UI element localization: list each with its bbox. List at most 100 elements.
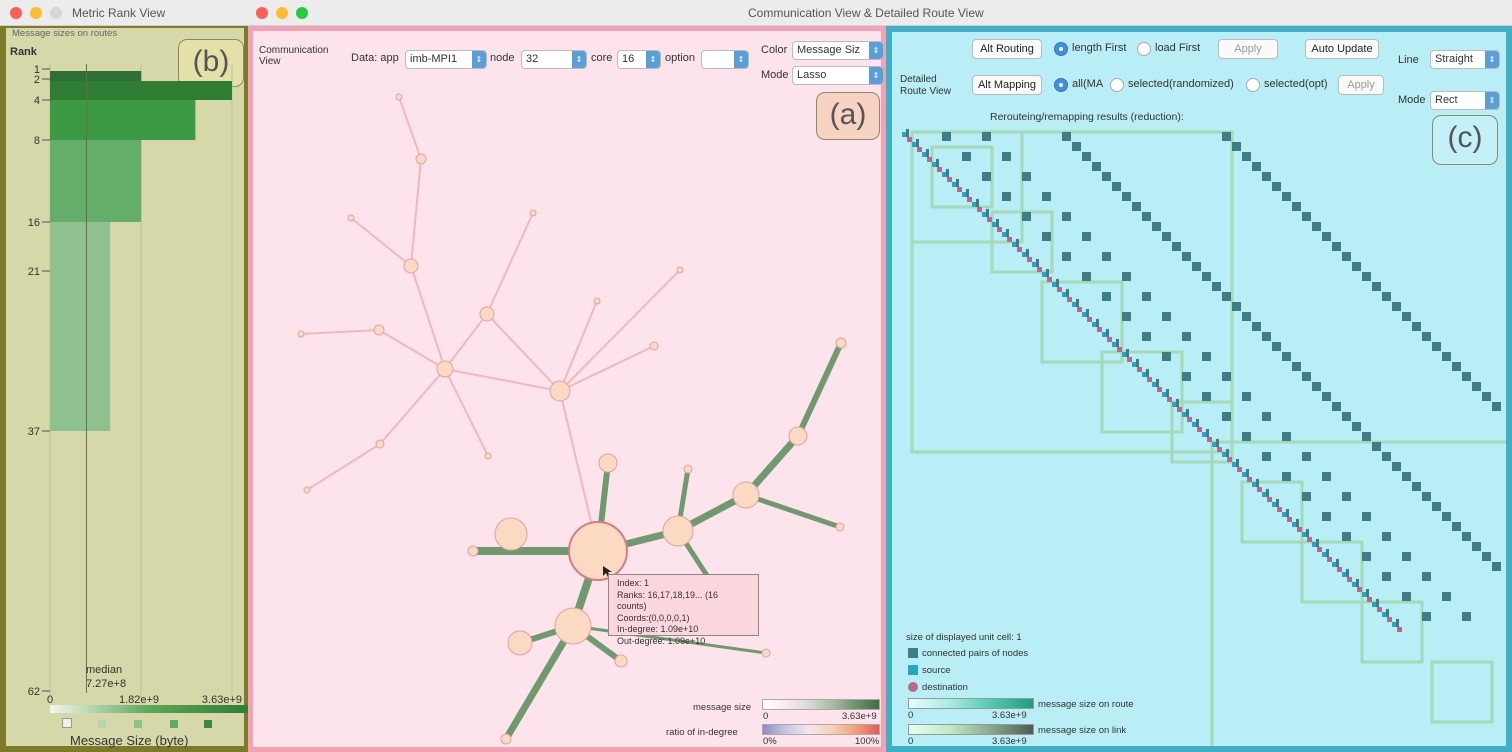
connected-pair-cell	[1422, 492, 1431, 501]
connected-pair-cell	[1222, 292, 1231, 301]
connected-pair-cell	[1362, 552, 1371, 561]
rank-bar[interactable]	[50, 100, 196, 140]
route-box	[1210, 440, 1506, 746]
connected-pair-cell	[1422, 612, 1431, 621]
connected-pair-cell	[1242, 152, 1251, 161]
tooltip-indegree: In-degree: 1.09e+10	[617, 624, 699, 634]
connected-pair-cell	[1262, 452, 1271, 461]
route-cell	[1336, 559, 1339, 567]
rank-bar[interactable]	[50, 222, 111, 431]
route-cell	[1376, 599, 1379, 607]
connected-pair-cell	[1042, 192, 1051, 201]
route-cell	[1126, 349, 1129, 357]
graph-nodes[interactable]	[297, 93, 847, 745]
route-box	[1300, 540, 1364, 604]
connected-pair-cell	[1102, 172, 1111, 181]
connected-pair-cell	[1232, 142, 1241, 151]
route-size-color-scale	[908, 698, 1034, 709]
rank-bar[interactable]	[50, 71, 142, 81]
route-box	[910, 130, 1234, 454]
connected-pair-cell	[1332, 402, 1341, 411]
minimize-window-icon[interactable]	[276, 7, 288, 19]
connected-pair-cell	[1452, 362, 1461, 371]
zoom-window-icon[interactable]	[50, 7, 62, 19]
route-cell	[1116, 339, 1119, 347]
destination-cell	[1187, 417, 1192, 422]
destination-cell	[1117, 347, 1122, 352]
connected-pair-cell	[1342, 532, 1351, 541]
rank-tick-label: 21	[28, 266, 40, 278]
route-cell	[1186, 409, 1189, 417]
connected-pair-cell	[1362, 272, 1371, 281]
route-cell	[1136, 359, 1139, 367]
zoom-window-icon[interactable]	[296, 7, 308, 19]
connected-pair-cell	[1262, 332, 1271, 341]
graph-edges-light	[300, 96, 681, 552]
route-cell	[1246, 469, 1249, 477]
communication-graph[interactable]	[253, 31, 881, 747]
connected-pair-cell	[1242, 432, 1251, 441]
connected-pair-cell	[1402, 472, 1411, 481]
destination-cell	[1227, 457, 1232, 462]
destination-cell	[1097, 327, 1102, 332]
destination-cell	[947, 177, 952, 182]
connected-pair-cell	[1292, 362, 1301, 371]
unit-cell-size: size of displayed unit cell: 1	[906, 632, 1022, 643]
destination-cell	[1007, 237, 1012, 242]
connected-pair-cell	[1102, 292, 1111, 301]
route-cell	[1266, 489, 1269, 497]
connected-pair-cell	[1292, 202, 1301, 211]
destination-cell	[1317, 547, 1322, 552]
route-cell	[956, 179, 959, 187]
rank-bar[interactable]	[50, 81, 232, 100]
rank-bar[interactable]	[50, 140, 142, 222]
close-window-icon[interactable]	[256, 7, 268, 19]
connected-pair-cell	[1382, 532, 1391, 541]
destination-cell	[1287, 517, 1292, 522]
connected-pair-cell	[1462, 372, 1471, 381]
destination-cell	[937, 167, 942, 172]
destination-cell	[1037, 267, 1042, 272]
legend-ratio-label: ratio of in-degree	[666, 727, 738, 738]
connected-pair-cell	[1372, 442, 1381, 451]
connected-pair-cell	[982, 132, 991, 141]
connected-pairs-swatch	[908, 648, 918, 658]
destination-cell	[1127, 357, 1132, 362]
route-cell	[906, 129, 909, 137]
route-cell	[1196, 419, 1199, 427]
close-window-icon[interactable]	[10, 7, 22, 19]
route-cell	[1176, 399, 1179, 407]
connected-pair-cell	[942, 132, 951, 141]
connected-pair-cell	[1132, 202, 1141, 211]
destination-cell	[1357, 587, 1362, 592]
connected-pair-cell	[962, 152, 971, 161]
route-cell	[986, 209, 989, 217]
route-cell	[1216, 439, 1219, 447]
connected-pair-cell	[1412, 322, 1421, 331]
connected-pair-cell	[1152, 222, 1161, 231]
tooltip-ranks: Ranks: 16,17,18,19... (16 counts)	[617, 589, 719, 612]
destination-cell	[1137, 367, 1142, 372]
connected-pair-cell	[1442, 352, 1451, 361]
connected-pair-cell	[1392, 302, 1401, 311]
destination-cell	[1277, 507, 1282, 512]
route-cell	[1286, 509, 1289, 517]
median-label: median	[86, 664, 123, 676]
connected-pair-cell	[1022, 172, 1031, 181]
connected-pair-cell	[1412, 482, 1421, 491]
connected-pair-cell	[1422, 332, 1431, 341]
connected-pair-cell	[1482, 392, 1491, 401]
minimize-window-icon[interactable]	[30, 7, 42, 19]
destination-swatch	[908, 682, 918, 692]
connected-pair-cell	[1482, 552, 1491, 561]
legend-link-max: 3.63e+9	[992, 736, 1027, 747]
connected-pair-cell	[1232, 302, 1241, 311]
graph-edges-heavy	[469, 340, 844, 743]
destination-cell	[1167, 397, 1172, 402]
communication-view: Communication View Data: app imb-MPI1 ⇕ n…	[248, 26, 886, 752]
connected-pair-cell	[1462, 532, 1471, 541]
route-cell	[946, 169, 949, 177]
connected-pair-cell	[1062, 252, 1071, 261]
destination-cell	[1087, 317, 1092, 322]
route-box	[1430, 660, 1494, 724]
